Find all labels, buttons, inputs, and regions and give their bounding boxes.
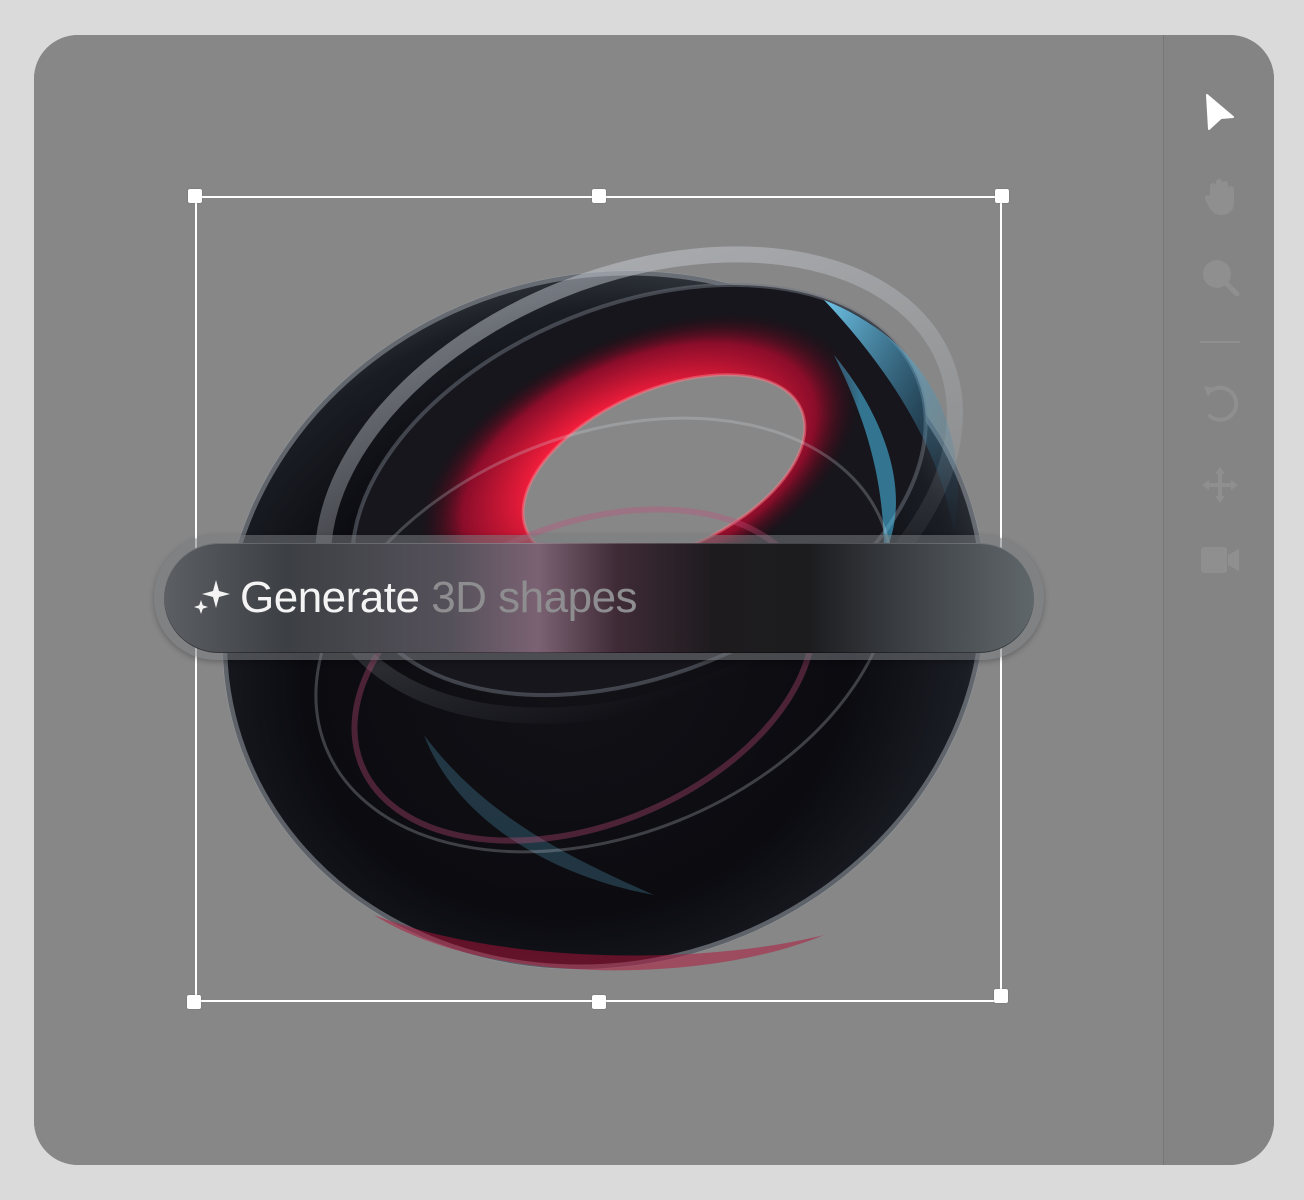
sparkle-icon	[190, 576, 234, 620]
resize-handle-bottom-left[interactable]	[187, 995, 201, 1009]
prompt-lead-text: Generate	[240, 573, 420, 622]
pan-tool-button[interactable]	[1200, 177, 1240, 217]
camera-tool-button[interactable]	[1200, 540, 1240, 580]
hand-icon	[1202, 177, 1238, 217]
tool-sidebar	[1163, 35, 1274, 1165]
prompt-text: Generate 3D shapes	[240, 573, 638, 623]
cursor-arrow-icon	[1203, 93, 1237, 131]
resize-handle-bottom[interactable]	[592, 995, 606, 1009]
viewport-canvas[interactable]: Generate 3D shapes	[34, 35, 1163, 1165]
move-tool-button[interactable]	[1200, 465, 1240, 505]
resize-handle-top-right[interactable]	[995, 189, 1009, 203]
undo-icon	[1200, 382, 1240, 424]
toolbar-divider	[1200, 341, 1240, 343]
app-window: Generate 3D shapes	[34, 35, 1274, 1165]
prompt-bar[interactable]: Generate 3D shapes	[164, 543, 1034, 653]
undo-tool-button[interactable]	[1200, 383, 1240, 423]
resize-handle-bottom-right[interactable]	[994, 989, 1008, 1003]
zoom-tool-button[interactable]	[1200, 257, 1240, 297]
resize-handle-top-left[interactable]	[188, 189, 202, 203]
move-arrows-icon	[1200, 465, 1240, 505]
resize-handle-top[interactable]	[592, 189, 606, 203]
prompt-placeholder-text: 3D shapes	[431, 573, 638, 622]
magnifier-icon	[1200, 257, 1240, 297]
select-tool-button[interactable]	[1200, 92, 1240, 132]
video-camera-icon	[1199, 543, 1241, 577]
